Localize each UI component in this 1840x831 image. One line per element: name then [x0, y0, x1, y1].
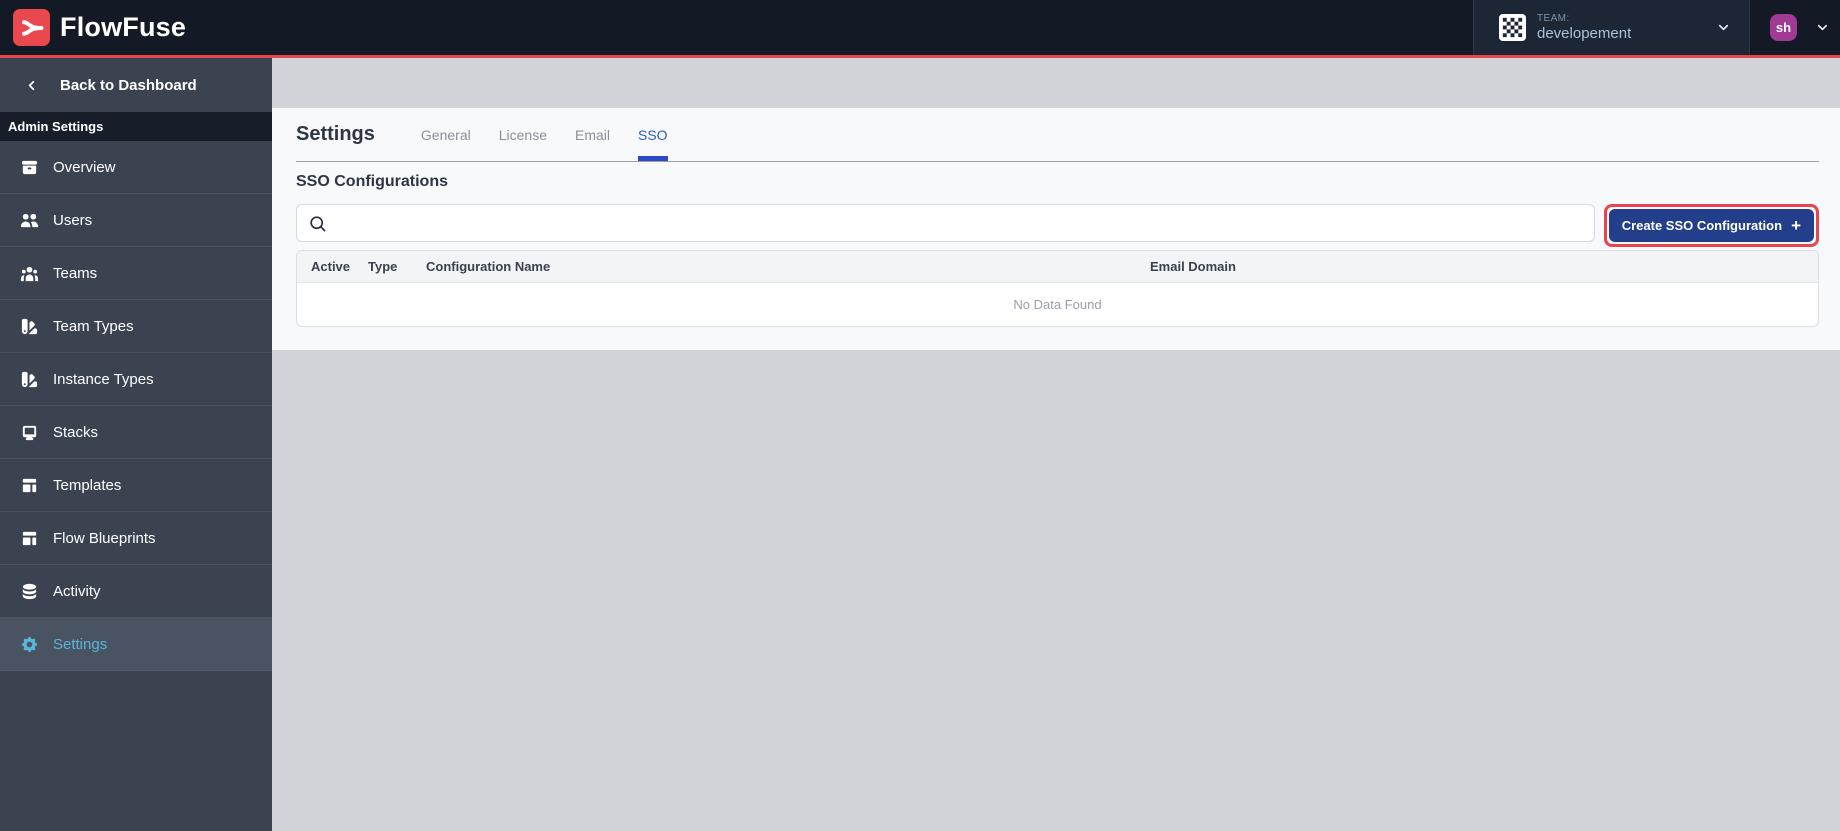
template-icon	[20, 529, 39, 548]
settings-title-row: Settings General License Email SSO	[296, 108, 1819, 162]
overview-icon	[20, 158, 39, 177]
empty-state-text: No Data Found	[1013, 297, 1102, 312]
search-input[interactable]	[296, 204, 1595, 242]
sidebar-item-stacks[interactable]: Stacks	[0, 406, 272, 459]
settings-panel: Settings General License Email SSO SSO Conf…	[272, 108, 1840, 350]
plus-icon: +	[1791, 216, 1801, 235]
column-header-email-domain: Email Domain	[1150, 259, 1236, 274]
cog-icon	[20, 635, 39, 654]
chevron-down-icon	[1718, 24, 1729, 31]
users-icon	[20, 211, 39, 230]
team-label: TEAM:	[1537, 13, 1570, 25]
sidebar-item-activity[interactable]: Activity	[0, 565, 272, 618]
chevron-left-icon	[28, 80, 35, 90]
team-name: developement	[1537, 24, 1632, 42]
sso-configurations-table: Active Type Configuration Name Email Domain…	[297, 251, 1818, 326]
app-window: FlowFuse TEAM: developement sh Back to D…	[0, 0, 1840, 831]
team-selector[interactable]: TEAM: developement	[1473, 0, 1750, 55]
user-group-icon	[20, 264, 39, 283]
create-button-label: Create SSO Configuration	[1621, 218, 1783, 233]
sidebar-item-team-types[interactable]: Team Types	[0, 300, 272, 353]
sidebar-item-templates[interactable]: Templates	[0, 459, 272, 512]
column-header-configuration-name: Configuration Name	[426, 259, 551, 274]
page-title: Settings	[296, 123, 375, 145]
sidebar-item-instance-types[interactable]: Instance Types	[0, 353, 272, 406]
template-icon	[20, 476, 39, 495]
search-row: Create SSO Configuration +	[296, 204, 1819, 248]
tab-general[interactable]: General	[421, 108, 471, 161]
brand-name: FlowFuse	[60, 12, 187, 42]
sidebar-item-flow-blueprints[interactable]: Flow Blueprints	[0, 512, 272, 565]
database-icon	[20, 582, 39, 601]
tab-sso[interactable]: SSO	[638, 108, 668, 161]
highlight-box: Create SSO Configuration +	[1603, 204, 1819, 247]
sidebar-nav: Overview Users Teams Team Types Instance…	[0, 141, 272, 671]
sidebar-section-label: Admin Settings	[0, 112, 272, 141]
back-label: Back to Dashboard	[60, 76, 197, 94]
sso-configurations-table-card: Active Type Configuration Name Email Domain…	[296, 250, 1819, 327]
color-swatch-icon	[20, 317, 39, 336]
table-header-row: Active Type Configuration Name Email Domain	[297, 251, 1818, 283]
avatar: sh	[1770, 14, 1797, 41]
search-icon	[310, 216, 326, 232]
search-field-wrap	[296, 204, 1595, 242]
user-menu[interactable]: sh	[1750, 0, 1840, 55]
table-empty-row: No Data Found	[297, 283, 1818, 327]
tab-license[interactable]: License	[499, 108, 547, 161]
sidebar-item-overview[interactable]: Overview	[0, 141, 272, 194]
create-sso-configuration-button[interactable]: Create SSO Configuration +	[1608, 209, 1814, 242]
section-title: SSO Configurations	[296, 173, 448, 190]
top-navbar: FlowFuse TEAM: developement sh	[0, 0, 1840, 55]
tab-email[interactable]: Email	[575, 108, 610, 161]
column-header-active: Active	[311, 259, 351, 274]
sidebar-item-users[interactable]: Users	[0, 194, 272, 247]
sidebar-item-settings[interactable]: Settings	[0, 618, 272, 671]
main-area: Settings General License Email SSO SSO Conf…	[272, 58, 1840, 831]
admin-sidebar: Back to Dashboard Admin Settings Overvie…	[0, 58, 272, 831]
team-identicon-icon	[1499, 14, 1526, 41]
flowfuse-logo-icon[interactable]	[13, 9, 50, 46]
settings-tabs: General License Email SSO	[421, 108, 668, 161]
sidebar-item-teams[interactable]: Teams	[0, 247, 272, 300]
back-to-dashboard-button[interactable]: Back to Dashboard	[0, 58, 272, 112]
desktop-computer-icon	[20, 423, 39, 442]
color-swatch-icon	[20, 370, 39, 389]
column-header-type: Type	[368, 259, 398, 274]
chevron-down-icon	[1817, 24, 1828, 31]
